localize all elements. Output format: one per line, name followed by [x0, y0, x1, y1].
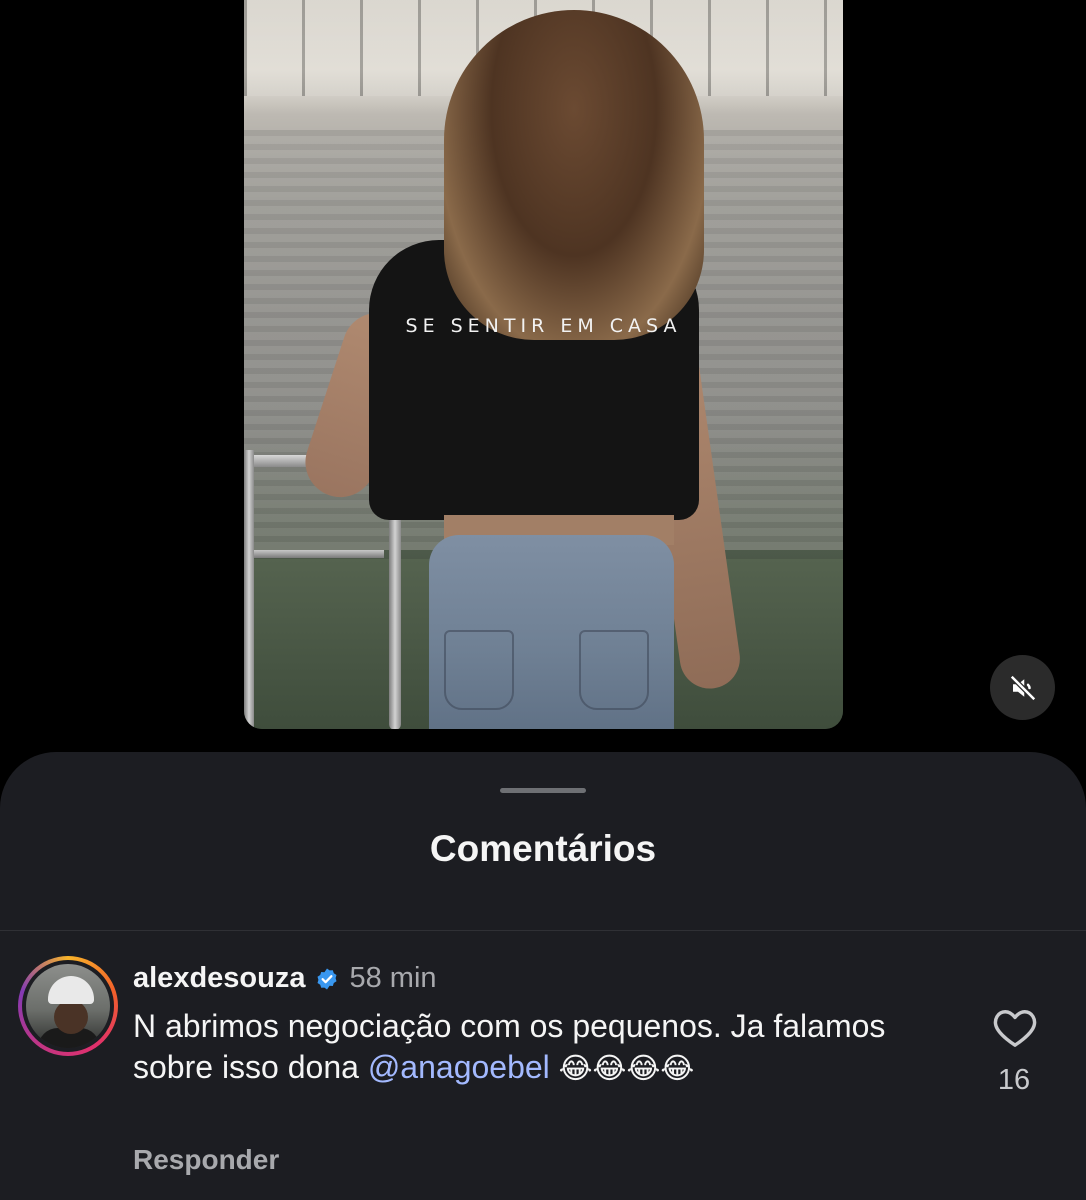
avatar-cap	[48, 976, 94, 1004]
verified-badge-icon	[317, 968, 337, 989]
avatar-ring-gap	[22, 960, 114, 1052]
speaker-muted-icon	[1009, 674, 1036, 701]
railing-post-image	[244, 450, 254, 729]
comment-body: N abrimos negociação com os pequenos. Ja…	[133, 1006, 923, 1090]
jeans-pocket-right	[579, 630, 649, 710]
hair-image	[444, 10, 704, 340]
avatar-story-ring[interactable]	[18, 956, 118, 1056]
reply-button[interactable]: Responder	[133, 1144, 279, 1176]
jeans-pocket-left	[444, 630, 514, 710]
video-overlay-caption: SE SENTIR EM CASA	[405, 315, 682, 337]
comment-mention-link[interactable]: @anagoebel	[368, 1049, 550, 1085]
comments-title: Comentários	[429, 828, 657, 869]
video-player[interactable]: SE SENTIR EM CASA	[244, 0, 843, 729]
comment-timestamp: 58 min	[349, 962, 437, 994]
comments-sheet[interactable]: Comentários alexdesouza 58 min N abrimos…	[0, 752, 1086, 1200]
woman-figure-image	[296, 10, 744, 729]
avatar	[26, 964, 110, 1048]
sheet-drag-handle[interactable]	[500, 788, 586, 793]
divider	[0, 930, 1086, 931]
comment-username[interactable]: alexdesouza	[133, 962, 305, 995]
mute-toggle-button[interactable]	[990, 655, 1055, 720]
avatar-face	[54, 1000, 88, 1034]
like-count: 16	[997, 1064, 1031, 1096]
comment-header: alexdesouza 58 min	[133, 962, 437, 995]
comment-item: alexdesouza 58 min N abrimos negociação …	[0, 948, 1086, 1200]
heart-outline-icon[interactable]	[992, 1006, 1038, 1048]
comment-emojis: 😂😂😂😂	[558, 1053, 695, 1085]
